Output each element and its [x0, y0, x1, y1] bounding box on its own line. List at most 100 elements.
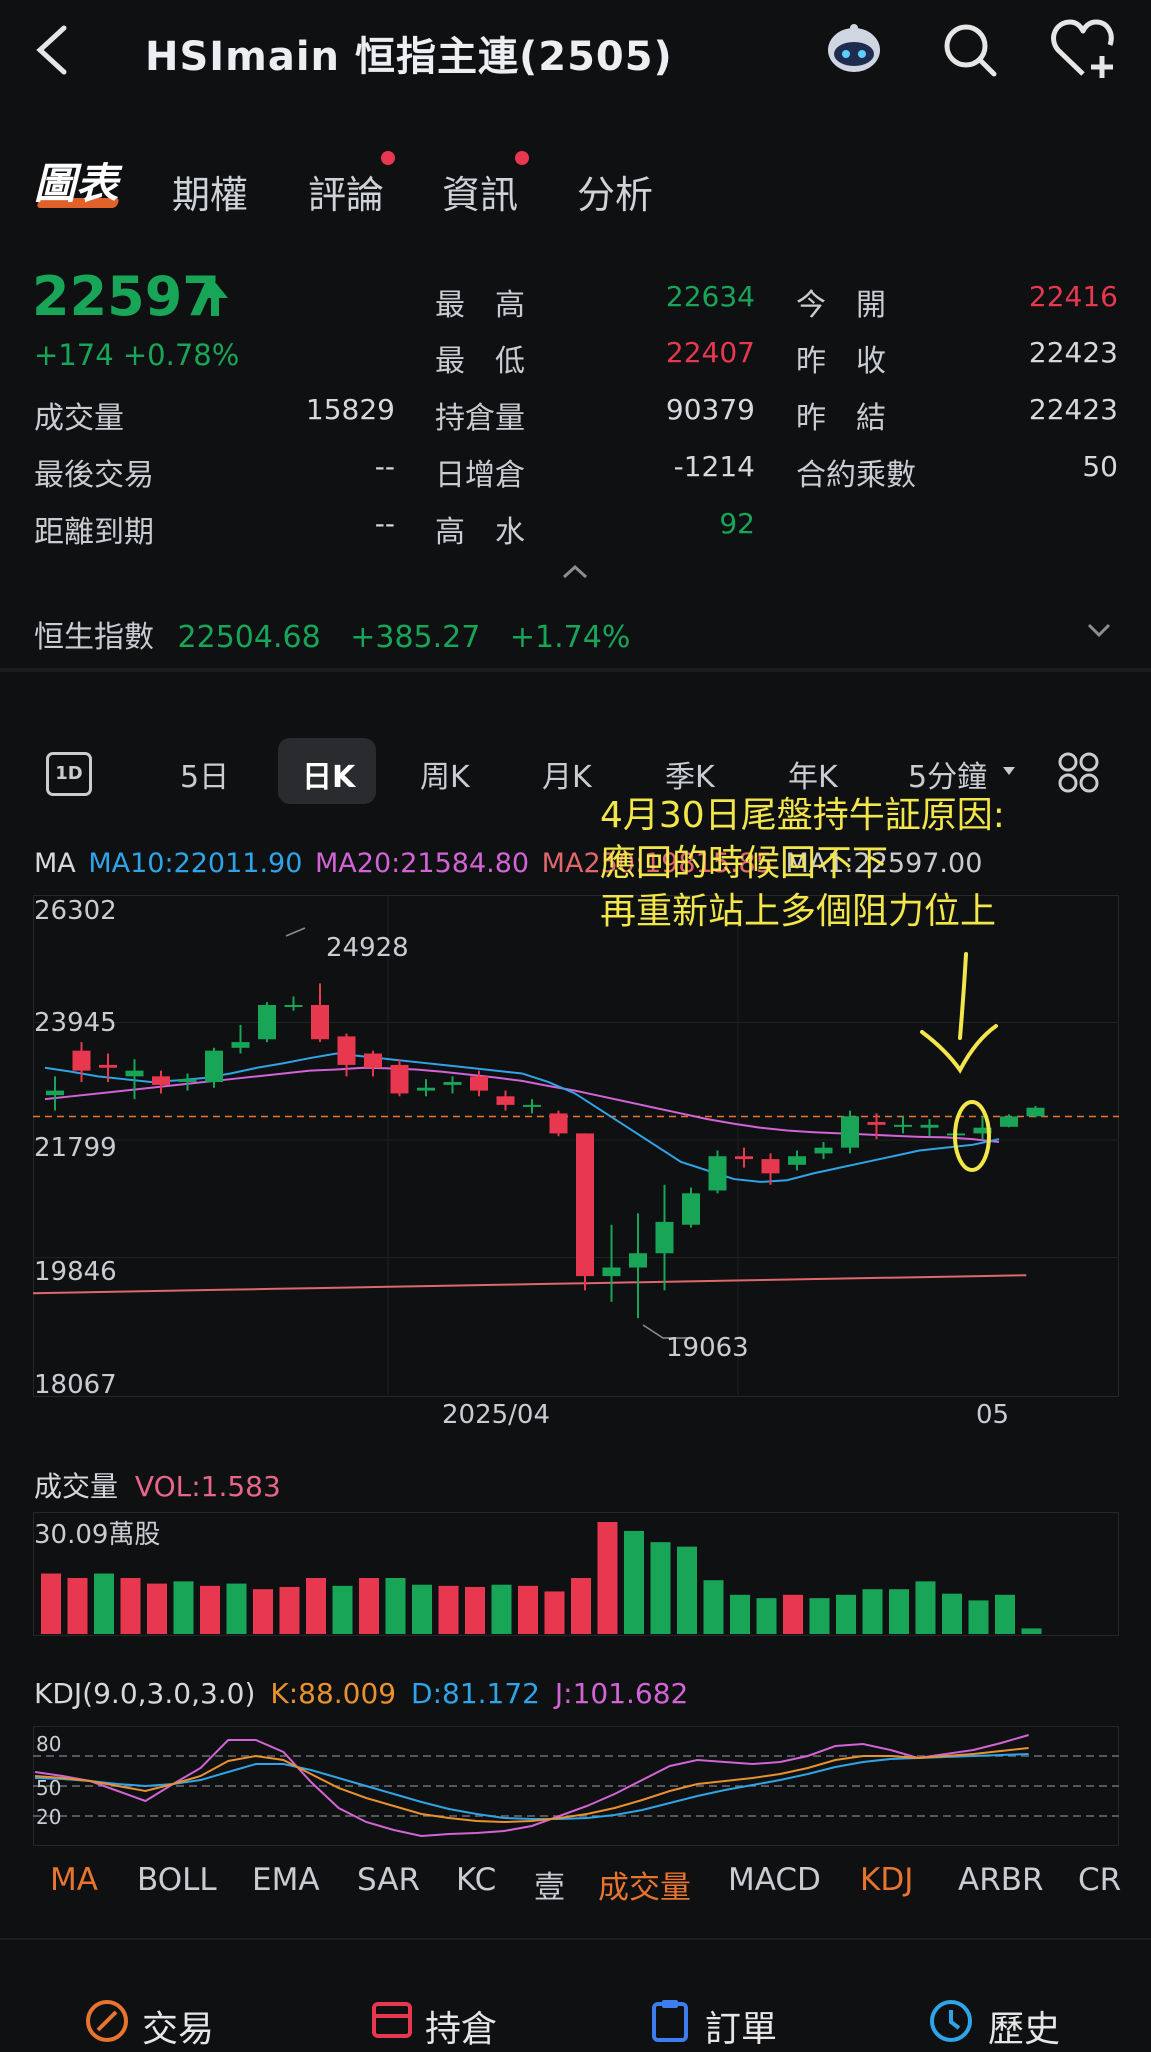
robot-assistant-icon[interactable] — [822, 20, 886, 80]
oneday-chart-icon[interactable]: 1D — [46, 752, 92, 796]
period-5day[interactable]: 5日 — [180, 752, 229, 796]
indicator-sar[interactable]: SAR — [357, 1862, 420, 1898]
volume-bar — [518, 1585, 538, 1634]
period-daily-k[interactable]: 日K — [302, 752, 355, 796]
prev-close-value: 22423 — [1028, 336, 1118, 369]
indicator-macd[interactable]: MACD — [728, 1862, 821, 1898]
nav-trade[interactable]: 交易 — [142, 2000, 214, 2052]
indicator-ma[interactable]: MA — [50, 1862, 98, 1898]
volume-bar — [279, 1586, 300, 1634]
add-favorite-icon[interactable] — [1050, 18, 1120, 80]
indicator-arbr[interactable]: ARBR — [958, 1862, 1044, 1898]
indicator-cr[interactable]: CR — [1078, 1862, 1121, 1898]
candle-body — [72, 1050, 91, 1071]
volume-bar — [94, 1573, 114, 1634]
collapse-chevron-up-icon[interactable] — [561, 563, 589, 579]
period-dropdown-icon[interactable] — [1002, 766, 1016, 776]
candle-body — [814, 1147, 833, 1154]
tab-comments[interactable]: 評論 — [308, 164, 384, 219]
news-notification-dot — [515, 151, 529, 165]
annotation-line-2: 應回的時候回不下 — [600, 843, 889, 884]
low-value: 22407 — [665, 336, 755, 369]
candle-body — [311, 1004, 329, 1040]
volume-bar — [544, 1591, 565, 1634]
chart-layout-grid-icon[interactable] — [1058, 752, 1100, 794]
period-quarterly-k[interactable]: 季K — [665, 752, 715, 796]
candle-body — [576, 1133, 594, 1277]
candle-body — [284, 1004, 303, 1007]
candle-body — [867, 1121, 886, 1125]
volume-bar — [597, 1522, 618, 1634]
kdj-header: KDJ(9.0,3.0,3.0) K:88.009 D:81.172 J:101… — [34, 1677, 688, 1710]
expand-chevron-down-icon[interactable] — [1086, 622, 1112, 638]
orders-icon[interactable] — [650, 1998, 690, 2044]
hsi-row[interactable]: 恒生指數 22504.68 +385.27 +1.74% — [34, 612, 630, 656]
positions-icon[interactable] — [370, 1998, 414, 2042]
trade-icon[interactable] — [84, 1998, 130, 2044]
multiplier-value: 50 — [1082, 450, 1118, 483]
history-icon[interactable] — [928, 1998, 974, 2044]
candle-body — [178, 1079, 197, 1083]
kdj-d-value: D:81.172 — [411, 1677, 540, 1710]
indicator-boll[interactable]: BOLL — [137, 1862, 217, 1898]
volume-chart-label: 成交量 — [34, 1470, 119, 1503]
back-arrow-icon[interactable] — [28, 22, 78, 78]
open-interest-value: 90379 — [665, 393, 755, 426]
period-yearly-k[interactable]: 年K — [788, 752, 838, 796]
top-bar: HSImain 恒指主連(2505) — [0, 0, 1151, 110]
volume-header: 成交量 VOL:1.583 — [34, 1465, 281, 1505]
volume-bar — [226, 1583, 247, 1634]
tab-news[interactable]: 資訊 — [442, 164, 518, 219]
indicator-kdj[interactable]: KDJ — [860, 1862, 913, 1898]
kdj-k-line — [34, 1747, 1029, 1824]
period-monthly-k[interactable]: 月K — [542, 752, 592, 796]
period-weekly-k[interactable]: 周K — [420, 752, 470, 796]
period-5min[interactable]: 5分鐘 — [908, 752, 987, 796]
indicator-kc[interactable]: KC — [456, 1862, 496, 1898]
indicator-ema[interactable]: EMA — [252, 1862, 320, 1898]
volume-bar — [359, 1578, 379, 1634]
search-icon[interactable] — [940, 20, 1000, 80]
candle-body — [496, 1096, 515, 1105]
tab-chart[interactable]: 圖表 — [34, 150, 118, 211]
candle-body — [364, 1053, 382, 1068]
volume-bar — [809, 1598, 830, 1634]
peak-leader-line — [285, 927, 306, 937]
comments-notification-dot — [381, 151, 395, 165]
tab-options[interactable]: 期權 — [172, 164, 248, 219]
candle-body — [205, 1050, 223, 1083]
nav-orders[interactable]: 訂單 — [705, 2000, 777, 2052]
x-tick-2025-04: 2025/04 — [442, 1400, 551, 1430]
prev-settle-label: 昨 結 — [796, 401, 886, 436]
premium-value: 92 — [719, 507, 755, 540]
volume-chart-value: VOL:1.583 — [134, 1470, 281, 1503]
ma20-legend: MA20:21584.80 — [315, 848, 530, 879]
oi-change-value: -1214 — [673, 450, 755, 483]
nav-positions[interactable]: 持倉 — [425, 2000, 497, 2052]
annotation-line-1: 4月30日尾盤持牛証原因: — [600, 795, 1005, 836]
open-label: 今 開 — [796, 288, 886, 323]
hsi-label: 恒生指數 — [34, 620, 154, 655]
kdj-params: KDJ(9.0,3.0,3.0) — [34, 1677, 256, 1710]
candle-body — [46, 1090, 64, 1096]
page-title: HSImain 恒指主連(2505) — [145, 34, 673, 80]
nav-history[interactable]: 歷史 — [988, 2000, 1060, 2052]
volume-bar — [306, 1578, 326, 1634]
peak-annotation: 24928 — [326, 933, 409, 963]
volume-bar — [571, 1578, 591, 1634]
volume-bar — [438, 1585, 459, 1634]
candle-body — [549, 1113, 568, 1134]
candle-body — [708, 1156, 727, 1191]
volume-bar — [120, 1578, 141, 1634]
hsi-value: 22504.68 — [177, 620, 321, 655]
y-tick-26302: 26302 — [34, 896, 117, 926]
volume-bar — [915, 1581, 936, 1634]
volume-chart[interactable] — [33, 1512, 1119, 1636]
tab-analysis[interactable]: 分析 — [577, 164, 653, 219]
kdj-chart[interactable] — [33, 1726, 1119, 1846]
volume-bar — [968, 1600, 989, 1634]
volume-bar — [491, 1584, 512, 1634]
indicator-volume[interactable]: 成交量 — [598, 1862, 691, 1907]
volume-bar — [730, 1594, 750, 1634]
indicator-divider-glyph: 壹 — [534, 1870, 565, 1906]
